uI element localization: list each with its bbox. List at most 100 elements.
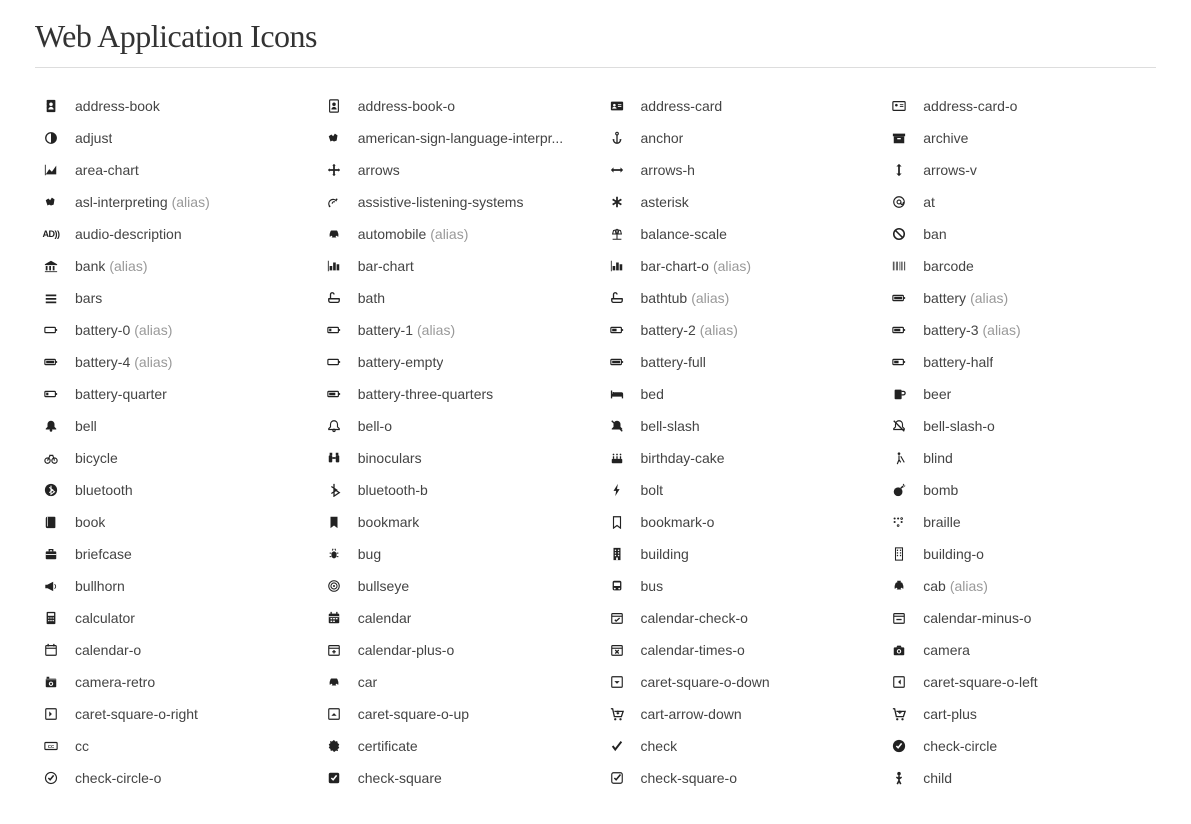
icon-item-battery[interactable]: battery(alias) [883, 282, 1156, 314]
icon-item-child[interactable]: child [883, 762, 1156, 794]
icon-item-arrows[interactable]: arrows [318, 154, 591, 186]
icon-item-bell[interactable]: bell [35, 410, 308, 442]
icon-item-bolt[interactable]: bolt [601, 474, 874, 506]
icon-item-arrows-h[interactable]: arrows-h [601, 154, 874, 186]
icon-item-camera-retro[interactable]: camera-retro [35, 666, 308, 698]
icon-item-at[interactable]: at [883, 186, 1156, 218]
icon-item-bar-chart[interactable]: bar-chart [318, 250, 591, 282]
icon-item-caret-square-o-up[interactable]: caret-square-o-up [318, 698, 591, 730]
icon-item-bathtub[interactable]: bathtub(alias) [601, 282, 874, 314]
icon-item-certificate[interactable]: certificate [318, 730, 591, 762]
icon-item-caret-square-o-left[interactable]: caret-square-o-left [883, 666, 1156, 698]
icon-item-briefcase[interactable]: briefcase [35, 538, 308, 570]
icon-item-battery-empty[interactable]: battery-empty [318, 346, 591, 378]
icon-label: american-sign-language-interpr... [358, 122, 563, 154]
icon-item-building[interactable]: building [601, 538, 874, 570]
icon-item-bomb[interactable]: bomb [883, 474, 1156, 506]
icon-item-assistive-listening-systems[interactable]: assistive-listening-systems [318, 186, 591, 218]
icon-item-bluetooth[interactable]: bluetooth [35, 474, 308, 506]
battery-half-icon [883, 355, 915, 369]
icon-item-bus[interactable]: bus [601, 570, 874, 602]
icon-item-battery-full[interactable]: battery-full [601, 346, 874, 378]
automobile-icon [318, 227, 350, 241]
icon-item-building-o[interactable]: building-o [883, 538, 1156, 570]
icon-item-check-square[interactable]: check-square [318, 762, 591, 794]
icon-item-asl-interpreting[interactable]: asl-interpreting(alias) [35, 186, 308, 218]
camera-icon [883, 643, 915, 657]
icon-item-battery-3[interactable]: battery-3(alias) [883, 314, 1156, 346]
icon-item-birthday-cake[interactable]: birthday-cake [601, 442, 874, 474]
icon-item-calendar[interactable]: calendar [318, 602, 591, 634]
icon-item-battery-0[interactable]: battery-0(alias) [35, 314, 308, 346]
icon-item-braille[interactable]: braille [883, 506, 1156, 538]
icon-item-balance-scale[interactable]: balance-scale [601, 218, 874, 250]
icon-item-arrows-v[interactable]: arrows-v [883, 154, 1156, 186]
icon-item-bar-chart-o[interactable]: bar-chart-o(alias) [601, 250, 874, 282]
icon-item-blind[interactable]: blind [883, 442, 1156, 474]
icon-item-bluetooth-b[interactable]: bluetooth-b [318, 474, 591, 506]
bar-chart-o-icon [601, 259, 633, 273]
icon-item-bell-slash[interactable]: bell-slash [601, 410, 874, 442]
icon-item-bath[interactable]: bath [318, 282, 591, 314]
icon-item-address-book[interactable]: address-book [35, 90, 308, 122]
icon-item-calendar-check-o[interactable]: calendar-check-o [601, 602, 874, 634]
icon-item-anchor[interactable]: anchor [601, 122, 874, 154]
icon-item-calendar-plus-o[interactable]: calendar-plus-o [318, 634, 591, 666]
icon-item-battery-4[interactable]: battery-4(alias) [35, 346, 308, 378]
icon-item-bicycle[interactable]: bicycle [35, 442, 308, 474]
icon-item-archive[interactable]: archive [883, 122, 1156, 154]
icon-item-automobile[interactable]: automobile(alias) [318, 218, 591, 250]
icon-item-calendar-times-o[interactable]: calendar-times-o [601, 634, 874, 666]
icon-item-bars[interactable]: bars [35, 282, 308, 314]
icon-item-camera[interactable]: camera [883, 634, 1156, 666]
icon-item-beer[interactable]: beer [883, 378, 1156, 410]
icon-item-check[interactable]: check [601, 730, 874, 762]
icon-item-battery-half[interactable]: battery-half [883, 346, 1156, 378]
icon-item-address-card[interactable]: address-card [601, 90, 874, 122]
alias-tag: (alias) [417, 314, 455, 346]
icon-item-adjust[interactable]: adjust [35, 122, 308, 154]
icon-item-check-circle[interactable]: check-circle [883, 730, 1156, 762]
icon-item-bug[interactable]: bug [318, 538, 591, 570]
icon-item-address-book-o[interactable]: address-book-o [318, 90, 591, 122]
balance-scale-icon [601, 227, 633, 241]
icon-item-calculator[interactable]: calculator [35, 602, 308, 634]
icon-label: bar-chart-o [641, 250, 709, 282]
icon-item-cab[interactable]: cab(alias) [883, 570, 1156, 602]
icon-item-audio-description[interactable]: AD))audio-description [35, 218, 308, 250]
icon-item-check-square-o[interactable]: check-square-o [601, 762, 874, 794]
icon-item-cc[interactable]: CCcc [35, 730, 308, 762]
camera-retro-icon [35, 675, 67, 689]
icon-item-area-chart[interactable]: area-chart [35, 154, 308, 186]
icon-item-binoculars[interactable]: binoculars [318, 442, 591, 474]
icon-label: battery-3 [923, 314, 978, 346]
icon-item-cart-arrow-down[interactable]: cart-arrow-down [601, 698, 874, 730]
icon-item-bookmark-o[interactable]: bookmark-o [601, 506, 874, 538]
icon-item-address-card-o[interactable]: address-card-o [883, 90, 1156, 122]
icon-item-bank[interactable]: bank(alias) [35, 250, 308, 282]
icon-item-book[interactable]: book [35, 506, 308, 538]
icon-item-bell-o[interactable]: bell-o [318, 410, 591, 442]
icon-item-battery-quarter[interactable]: battery-quarter [35, 378, 308, 410]
icon-item-barcode[interactable]: barcode [883, 250, 1156, 282]
icon-item-calendar-minus-o[interactable]: calendar-minus-o [883, 602, 1156, 634]
icon-item-battery-three-quarters[interactable]: battery-three-quarters [318, 378, 591, 410]
icon-item-battery-1[interactable]: battery-1(alias) [318, 314, 591, 346]
icon-item-bullhorn[interactable]: bullhorn [35, 570, 308, 602]
icon-item-check-circle-o[interactable]: check-circle-o [35, 762, 308, 794]
icon-item-ban[interactable]: ban [883, 218, 1156, 250]
icon-label: battery-empty [358, 346, 444, 378]
icon-item-caret-square-o-down[interactable]: caret-square-o-down [601, 666, 874, 698]
icon-item-car[interactable]: car [318, 666, 591, 698]
icon-item-bookmark[interactable]: bookmark [318, 506, 591, 538]
icon-item-asterisk[interactable]: asterisk [601, 186, 874, 218]
icon-item-caret-square-o-right[interactable]: caret-square-o-right [35, 698, 308, 730]
icon-item-cart-plus[interactable]: cart-plus [883, 698, 1156, 730]
icon-item-battery-2[interactable]: battery-2(alias) [601, 314, 874, 346]
icon-item-american-sign-language-interpr[interactable]: american-sign-language-interpr... [318, 122, 591, 154]
icon-item-calendar-o[interactable]: calendar-o [35, 634, 308, 666]
icon-item-bullseye[interactable]: bullseye [318, 570, 591, 602]
icon-item-bell-slash-o[interactable]: bell-slash-o [883, 410, 1156, 442]
icon-item-bed[interactable]: bed [601, 378, 874, 410]
page-title: Web Application Icons [35, 18, 1156, 55]
